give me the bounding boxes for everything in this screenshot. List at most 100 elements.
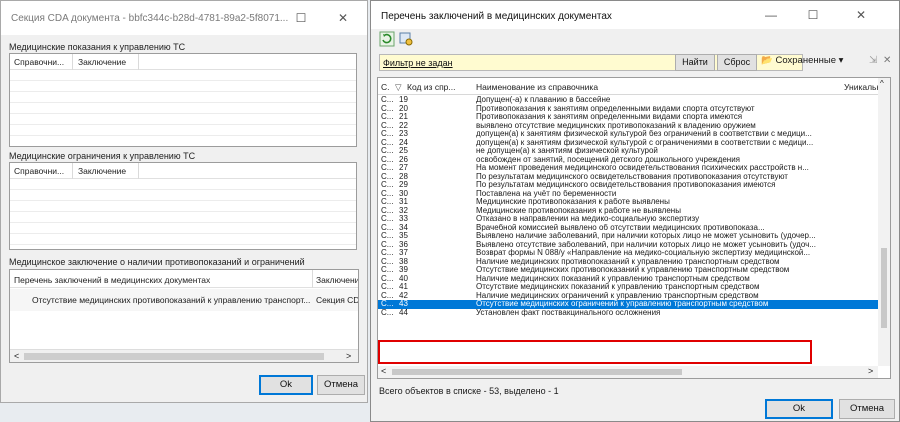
row-name: По результатам медицинского освидетельст… — [476, 181, 776, 189]
row-name: Наличие медицинских показаний к управлен… — [476, 274, 750, 283]
table-row[interactable]: С... 35 Выявлено наличие заболеваний, при … — [378, 231, 878, 241]
table-row[interactable]: С... 37 Возврат формы N 088/у «Направление… — [378, 248, 878, 258]
row-name: Наличие медицинских противопоказаний к у… — [476, 257, 780, 266]
row-name: Противопоказания к занятиям определенным… — [476, 113, 743, 121]
conclusion-row-name: Отсутствие медицинских противопоказаний … — [32, 295, 311, 305]
scroll-thumb[interactable] — [392, 369, 682, 375]
close-button[interactable]: ✕ — [323, 7, 363, 29]
vertical-scrollbar[interactable]: ^ — [878, 78, 890, 366]
table-row[interactable]: С... 29 По результатам медицинского освиде… — [378, 180, 878, 190]
table-row[interactable]: С... 31 Медицинские противопоказания к раб… — [378, 197, 878, 207]
table-row[interactable]: С... 25 не допущен(а) к занятиям физическо… — [378, 146, 878, 156]
table-row[interactable]: С... 43 Отсутствие медицинских ограничений… — [378, 299, 878, 309]
col-conclusion-list[interactable]: Перечень заключений в медицинских докуме… — [14, 275, 210, 285]
view-settings-icon[interactable] — [398, 31, 414, 47]
col-conclusion[interactable]: Заключение — [78, 57, 126, 67]
col-code[interactable]: Код из спр... — [407, 82, 456, 92]
maximize-button[interactable]: ☐ — [281, 7, 321, 29]
row-name: не допущен(а) к занятиям физической куль… — [476, 147, 658, 155]
scroll-left-icon[interactable]: < — [381, 366, 386, 376]
scroll-thumb[interactable] — [881, 248, 887, 328]
empty-rows — [10, 70, 356, 146]
right-titlebar: Перечень заключений в медицинских докуме… — [371, 1, 899, 29]
scroll-right-icon[interactable]: > — [346, 351, 351, 361]
close-button[interactable]: ✕ — [841, 4, 881, 26]
table-row[interactable]: С... 30 Поставлена на учёт по беременности — [378, 189, 878, 199]
conclusions-list-window: Перечень заключений в медицинских докуме… — [370, 0, 900, 422]
row-name: Отсутствие медицинских показаний к управ… — [476, 283, 760, 291]
table-row[interactable]: С... 27 На момент проведения медицинского … — [378, 163, 878, 173]
row-name: Возврат формы N 088/у «Направление на ме… — [476, 249, 811, 257]
table-row[interactable]: С... 28 По результатам медицинского освиде… — [378, 172, 878, 182]
conclusion-row[interactable]: Отсутствие медицинских противопоказаний … — [10, 289, 358, 311]
left-titlebar: Секция CDA документа - bbfc344c-b28d-478… — [1, 1, 367, 35]
horizontal-scrollbar[interactable]: < > — [10, 349, 358, 362]
cancel-button[interactable]: Отмена — [839, 399, 895, 419]
table-row[interactable]: С... 42 Наличие медицинских ограничений к … — [378, 291, 878, 301]
indications-label: Медицинские показания к управлению ТС — [9, 42, 186, 52]
refresh-icon[interactable] — [379, 31, 395, 47]
scroll-left-icon[interactable]: < — [14, 351, 19, 361]
col-reference[interactable]: Справочни... — [14, 166, 70, 176]
row-name: Выявлено отсутствие заболеваний, при нал… — [476, 240, 816, 249]
scroll-up-icon[interactable]: ^ — [880, 79, 884, 88]
scroll-thumb[interactable] — [24, 353, 324, 360]
restrictions-list[interactable]: Справочни... Заключение — [9, 162, 357, 250]
filter-funnel-icon[interactable]: ▽ — [395, 82, 402, 93]
row-name: Врачебной комиссией выявлено об отсутств… — [476, 223, 765, 232]
table-row[interactable]: С... 26 освобожден от занятий, посещений д… — [378, 155, 878, 165]
col-status[interactable]: С. — [381, 82, 390, 92]
table-row[interactable]: С... 44 Установлен факт поствакцинального … — [378, 308, 878, 318]
restrictions-header: Справочни... Заключение — [10, 163, 356, 179]
table-row[interactable]: С... 23 допущен(а) к занятиям физической к… — [378, 129, 878, 139]
conclusion-list[interactable]: Перечень заключений в медицинских докуме… — [9, 269, 359, 363]
indications-list[interactable]: Справочни... Заключение — [9, 53, 357, 147]
table-row[interactable]: С... 36 Выявлено отсутствие заболеваний, п… — [378, 240, 878, 250]
col-conclusion[interactable]: Заключение — [78, 166, 126, 176]
row-name: Медицинские противопоказания к работе не… — [476, 206, 681, 215]
ok-button[interactable]: Ok — [765, 399, 833, 419]
table-row[interactable]: С... 20 Противопоказания к занятиям опреде… — [378, 104, 878, 114]
pin-icon[interactable]: ⇲ — [869, 55, 877, 66]
table-row[interactable]: С... 33 Отказано в направлении на медико-с… — [378, 214, 878, 224]
table-row[interactable]: С... 19 Допущен(-а) к плаванию в бассейне — [378, 95, 878, 105]
col-divider — [312, 270, 313, 288]
table-row[interactable]: С... 38 Наличие медицинских противопоказан… — [378, 257, 878, 267]
indications-header: Справочни... Заключение — [10, 54, 356, 70]
maximize-button[interactable]: ☐ — [793, 4, 833, 26]
col-name[interactable]: Наименование из справочника — [476, 82, 598, 92]
ok-button[interactable]: Ok — [259, 375, 313, 395]
table-row[interactable]: С... 32 Медицинские противопоказания к раб… — [378, 206, 878, 216]
col-section[interactable]: Заключени — [316, 275, 358, 285]
col-unique[interactable]: Уникальн — [844, 82, 881, 92]
conclusions-grid[interactable]: С. ▽ Код из спр... Наименование из справ… — [377, 77, 891, 379]
table-row[interactable]: С... 22 выявлено отсутствие медицинских пр… — [378, 121, 878, 131]
col-divider — [72, 54, 73, 70]
scroll-right-icon[interactable]: > — [868, 366, 873, 376]
highlight-box — [378, 340, 812, 364]
table-row[interactable]: С... 40 Наличие медицинских показаний к уп… — [378, 274, 878, 284]
horizontal-scrollbar[interactable]: < > — [378, 366, 878, 378]
row-name: выявлено отсутствие медицинских противоп… — [476, 121, 756, 130]
cancel-button[interactable]: Отмена — [317, 375, 365, 395]
table-row[interactable]: С... 34 Врачебной комиссией выявлено об от… — [378, 223, 878, 233]
minimize-button[interactable]: — — [751, 4, 791, 26]
row-name: освобожден от занятий, посещений детског… — [476, 155, 740, 164]
filter-status-link[interactable]: Фильтр не задан — [383, 58, 453, 68]
close-filter-icon[interactable]: ✕ — [883, 55, 891, 66]
col-reference[interactable]: Справочни... — [14, 57, 70, 67]
saved-filters-dropdown[interactable]: 📂 Сохраненные ▾ — [761, 55, 843, 70]
left-window-title: Секция CDA документа - bbfc344c-b28d-478… — [11, 13, 289, 24]
row-name: Поставлена на учёт по беременности — [476, 189, 617, 198]
table-row[interactable]: С... 21 Противопоказания к занятиям опреде… — [378, 112, 878, 122]
folder-star-icon: 📂 — [761, 55, 773, 66]
chevron-down-icon: ▾ — [838, 55, 844, 66]
row-name: Установлен факт поствакцинального осложн… — [476, 308, 661, 317]
reset-button[interactable]: Сброс — [717, 54, 757, 71]
empty-rows — [10, 179, 356, 249]
row-name: Допущен(-а) к плаванию в бассейне — [476, 96, 611, 104]
table-row[interactable]: С... 39 Отсутствие медицинских противопока… — [378, 265, 878, 275]
find-button[interactable]: Найти — [675, 54, 715, 71]
table-row[interactable]: С... 41 Отсутствие медицинских показаний к… — [378, 282, 878, 292]
table-row[interactable]: С... 24 допущен(а) к занятиям физической к… — [378, 138, 878, 148]
